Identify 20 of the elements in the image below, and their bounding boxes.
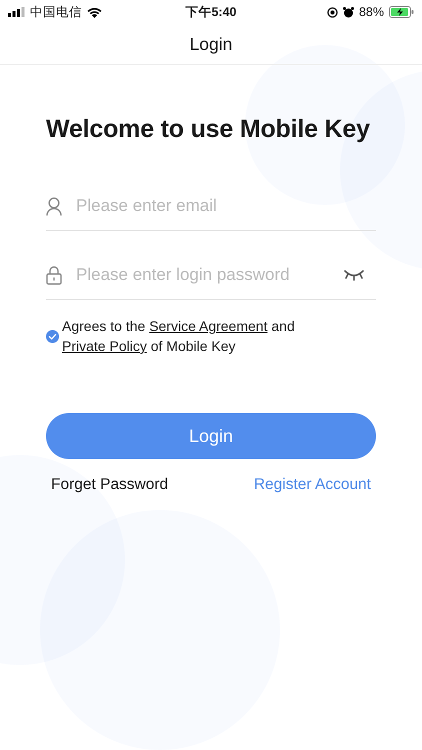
policy-link[interactable]: Private Policy	[62, 338, 147, 354]
eye-closed-icon[interactable]	[344, 269, 364, 281]
page-title: Login	[190, 34, 232, 54]
battery-percent: 88%	[358, 5, 384, 19]
email-field[interactable]: Please enter email	[74, 195, 376, 217]
policy-link[interactable]: Service Agreement	[149, 318, 268, 334]
agreement-text: Agrees to the Service Agreement and Private Policy of Mobile Key	[62, 317, 296, 356]
lock-icon	[46, 266, 62, 284]
wifi-icon	[87, 6, 102, 18]
battery-charging-icon	[389, 6, 414, 18]
status-time: 下午5:40	[185, 4, 237, 20]
alarm-icon	[342, 6, 354, 18]
agree-checkbox[interactable]	[46, 328, 60, 344]
forget-password-link[interactable]: Forget Password	[51, 476, 168, 494]
rotation-lock-icon	[326, 6, 338, 18]
user-icon	[46, 196, 62, 216]
welcome-heading: Welcome to use Mobile Key	[46, 115, 371, 144]
signal-icon	[8, 7, 25, 17]
carrier-name: 中国电信	[30, 4, 82, 20]
password-field[interactable]: Please enter login password	[74, 264, 344, 286]
